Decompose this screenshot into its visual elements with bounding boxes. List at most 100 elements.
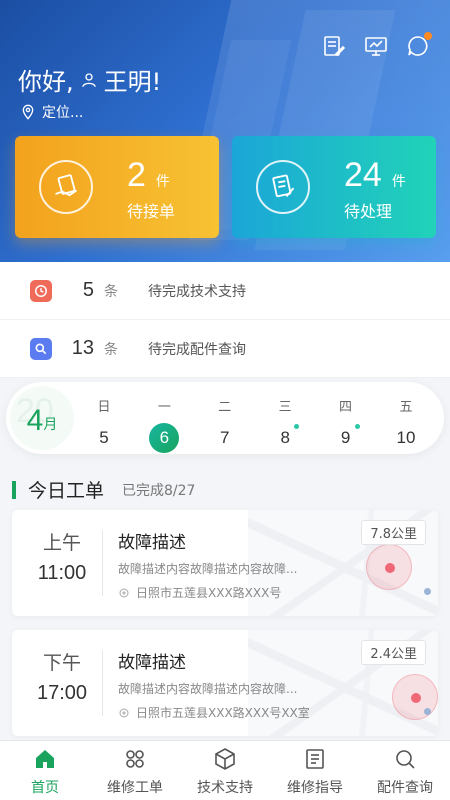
- document-pen-icon: [256, 160, 310, 214]
- pending-process-card[interactable]: 24 件 待处理: [232, 136, 436, 238]
- pending-process-label: 待处理: [344, 202, 393, 221]
- user-icon: [81, 72, 96, 87]
- greeting: 你好, 王明!: [18, 62, 161, 97]
- distance-badge: 7.8公里: [361, 520, 426, 545]
- today-orders-header: 今日工单 已完成8/27: [12, 476, 195, 503]
- task-row-tech-support[interactable]: 5 条 待完成技术支持: [0, 262, 450, 320]
- order-description: 故障描述内容故障描述内容故障...: [118, 562, 298, 576]
- location-text: 定位...: [42, 105, 84, 121]
- pending-accept-label: 待接单: [127, 202, 176, 221]
- order-title: 故障描述: [118, 533, 186, 553]
- tab-home[interactable]: 首页: [0, 741, 90, 800]
- month-number: 4: [26, 404, 44, 437]
- parts-query-desc: 待完成配件查询: [148, 341, 246, 358]
- section-accent-bar: [12, 480, 16, 499]
- order-time: 11:00: [37, 562, 87, 584]
- tab-repair-guide[interactable]: 维修指导: [270, 741, 360, 800]
- greeting-text: 你好,: [18, 68, 74, 96]
- hand-document-icon: [39, 160, 93, 214]
- tab-parts-query[interactable]: 配件查询: [360, 741, 450, 800]
- day-number: 8: [280, 428, 290, 447]
- weekday-label: 二: [218, 400, 232, 415]
- month-indicator: 20 4 月: [10, 386, 74, 450]
- parts-query-count: 13: [71, 337, 94, 359]
- tab-tech-support[interactable]: 技术支持: [180, 741, 270, 800]
- target-location-icon: [119, 588, 129, 597]
- box-icon: [215, 748, 235, 770]
- day-number: 5: [99, 428, 109, 447]
- pending-accept-count: 2: [127, 156, 146, 194]
- day-number: 6: [149, 423, 180, 453]
- weekday-label: 四: [339, 400, 353, 415]
- current-location-dot: [424, 588, 431, 595]
- divider: [102, 530, 103, 596]
- user-name: 王明!: [103, 68, 162, 96]
- task-row-parts-query[interactable]: 13 条 待完成配件查询: [0, 320, 450, 378]
- divider: [102, 650, 103, 716]
- header-actions: [322, 32, 432, 58]
- tech-support-desc: 待完成技术支持: [148, 283, 246, 300]
- tech-support-count: 5: [82, 279, 94, 301]
- calendar-day[interactable]: 二 7: [203, 396, 247, 453]
- day-number: 10: [396, 428, 416, 447]
- order-period: 下午: [42, 652, 81, 674]
- calendar-day[interactable]: 四 9: [324, 396, 368, 453]
- current-location-dot: [424, 708, 431, 715]
- week-calendar: 20 4 月 日 5 一 6 二 7 三 8 四 9 五 10: [6, 382, 444, 454]
- tab-repair-orders[interactable]: 维修工单: [90, 741, 180, 800]
- order-time: 17:00: [36, 682, 88, 704]
- clock-icon: [30, 279, 52, 302]
- calendar-day[interactable]: 五 10: [384, 396, 428, 453]
- grid-icon: [126, 750, 144, 768]
- order-card[interactable]: 上午 11:00 故障描述 故障描述内容故障描述内容故障... 日照市五莲县XX…: [12, 510, 438, 616]
- order-address-text: 日照市五莲县XXX路XXX号XX室: [136, 706, 310, 720]
- location[interactable]: 定位...: [20, 102, 83, 122]
- pending-accept-unit: 件: [155, 173, 170, 189]
- order-period: 上午: [42, 532, 81, 554]
- order-title: 故障描述: [118, 653, 186, 673]
- day-number: 9: [340, 428, 351, 447]
- bottom-tab-bar: 首页 维修工单 技术支持 维修指导 配件查询: [0, 740, 450, 800]
- day-number: 7: [220, 428, 230, 447]
- monitor-chart-icon[interactable]: [364, 34, 388, 58]
- location-pin-icon: [22, 104, 34, 120]
- weekday-label: 五: [399, 400, 413, 415]
- weekday-label: 一: [157, 400, 171, 415]
- edit-document-icon[interactable]: [322, 34, 346, 58]
- message-icon[interactable]: [406, 32, 432, 58]
- tab-label: 技术支持: [197, 780, 253, 796]
- tab-label: 首页: [31, 780, 59, 796]
- search-icon: [30, 337, 52, 360]
- task-summary-list: 5 条 待完成技术支持 13 条 待完成配件查询: [0, 262, 450, 378]
- order-address: 日照市五莲县XXX路XXX号: [118, 584, 281, 601]
- destination-pin-icon: [392, 674, 438, 720]
- event-dot: [354, 424, 360, 429]
- header-banner: 你好, 王明! 定位... 2件 待接单 24 件 待处理: [0, 0, 450, 265]
- weekday-label: 三: [278, 400, 292, 415]
- order-description: 故障描述内容故障描述内容故障...: [118, 682, 298, 696]
- distance-badge: 2.4公里: [361, 640, 426, 665]
- weekday-label: 日: [97, 400, 111, 415]
- today-title: 今日工单: [28, 480, 105, 502]
- calendar-day-selected[interactable]: 一 6: [142, 396, 186, 453]
- pending-accept-card[interactable]: 2件 待接单: [15, 136, 219, 238]
- today-completed: 已完成8/27: [122, 482, 196, 499]
- day-list: 日 5 一 6 二 7 三 8 四 9 五 10: [82, 396, 438, 453]
- document-icon: [306, 749, 324, 769]
- calendar-day[interactable]: 三 8: [263, 396, 307, 453]
- tab-label: 维修指导: [287, 780, 343, 796]
- order-address: 日照市五莲县XXX路XXX号XX室: [118, 704, 310, 721]
- order-address-text: 日照市五莲县XXX路XXX号: [136, 586, 282, 600]
- target-location-icon: [119, 708, 129, 717]
- search-icon: [396, 750, 415, 769]
- calendar-day[interactable]: 日 5: [82, 396, 126, 453]
- destination-pin-icon: [366, 544, 412, 590]
- order-card[interactable]: 下午 17:00 故障描述 故障描述内容故障描述内容故障... 日照市五莲县XX…: [12, 630, 438, 736]
- tab-label: 维修工单: [107, 780, 163, 796]
- tab-label: 配件查询: [377, 780, 433, 796]
- parts-query-unit: 条: [104, 341, 118, 358]
- month-unit: 月: [43, 417, 58, 433]
- tech-support-unit: 条: [104, 283, 118, 300]
- pending-process-count: 24: [344, 156, 382, 194]
- home-icon: [36, 750, 54, 768]
